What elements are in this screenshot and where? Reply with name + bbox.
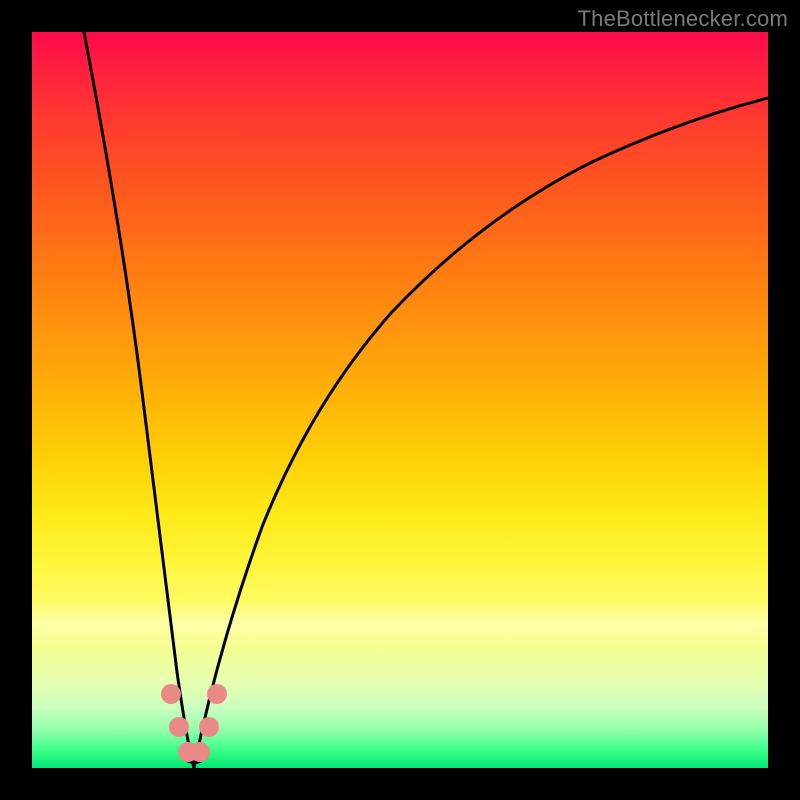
chart-frame: TheBottlenecker.com [0,0,800,800]
curve-left-branch [84,32,194,768]
curve-layer [32,32,768,768]
marker-dot [199,717,219,737]
marker-dot [169,717,189,737]
curve-right-branch [194,98,768,768]
attribution-text: TheBottlenecker.com [578,6,788,32]
marker-dot [207,684,227,704]
marker-group [161,684,227,762]
marker-dot [190,742,210,762]
plot-area [32,32,768,768]
marker-dot [161,684,181,704]
